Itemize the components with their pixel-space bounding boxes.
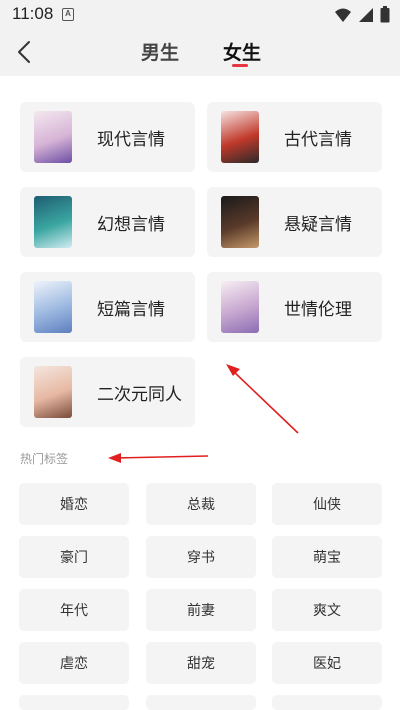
- tab-male[interactable]: 男生: [141, 38, 179, 65]
- tag-button[interactable]: 豪门: [19, 536, 129, 578]
- genre-card-fantasy-romance[interactable]: 幻想言情: [20, 187, 195, 257]
- hot-tags-title: 热门标签: [20, 452, 69, 466]
- genre-label: 悬疑言情: [284, 215, 352, 235]
- status-time: 11:08: [12, 4, 54, 23]
- chevron-left-icon: [18, 41, 30, 63]
- genre-label: 古代言情: [284, 130, 352, 150]
- tag-button-partial[interactable]: [19, 695, 129, 710]
- top-nav: 男生 女生: [0, 30, 400, 76]
- genre-label: 幻想言情: [97, 215, 165, 235]
- book-cover: [221, 111, 259, 163]
- annotation-arrow: [226, 364, 299, 434]
- genre-card-acg-fanfic[interactable]: 二次元同人: [20, 357, 195, 427]
- wifi-icon: [335, 8, 351, 22]
- notification-icon: A: [62, 8, 74, 21]
- genre-card-mystery-romance[interactable]: 悬疑言情: [207, 187, 382, 257]
- book-cover: [34, 196, 72, 248]
- genre-card-social-ethics[interactable]: 世情伦理: [207, 272, 382, 342]
- book-cover: [221, 196, 259, 248]
- tag-button[interactable]: 医妃: [272, 642, 382, 684]
- tag-button[interactable]: 婚恋: [19, 483, 129, 525]
- back-button[interactable]: [8, 36, 40, 68]
- tag-button[interactable]: 虐恋: [19, 642, 129, 684]
- genre-label: 现代言情: [97, 130, 165, 150]
- tag-button[interactable]: 甜宠: [146, 642, 256, 684]
- battery-icon: [380, 6, 390, 23]
- tag-button[interactable]: 总裁: [146, 483, 256, 525]
- book-cover: [221, 281, 259, 333]
- annotation-arrow: [108, 453, 209, 463]
- book-cover: [34, 111, 72, 163]
- genre-label: 短篇言情: [97, 300, 165, 320]
- genre-card-short-romance[interactable]: 短篇言情: [20, 272, 195, 342]
- genre-card-ancient-romance[interactable]: 古代言情: [207, 102, 382, 172]
- genre-card-modern-romance[interactable]: 现代言情: [20, 102, 195, 172]
- tab-female[interactable]: 女生: [223, 38, 261, 65]
- genre-label: 世情伦理: [284, 300, 352, 320]
- book-cover: [34, 366, 72, 418]
- genre-label: 二次元同人: [97, 385, 182, 405]
- tag-button[interactable]: 仙侠: [272, 483, 382, 525]
- tag-button[interactable]: 穿书: [146, 536, 256, 578]
- tag-button[interactable]: 前妻: [146, 589, 256, 631]
- status-bar: 11:08 A: [0, 0, 400, 30]
- book-cover: [34, 281, 72, 333]
- tag-button[interactable]: 年代: [19, 589, 129, 631]
- active-tab-indicator: [232, 64, 248, 67]
- tag-button[interactable]: 爽文: [272, 589, 382, 631]
- signal-icon: [359, 7, 373, 22]
- status-icons: [334, 6, 390, 23]
- tag-button[interactable]: 萌宝: [272, 536, 382, 578]
- tag-button-partial[interactable]: [272, 695, 382, 710]
- tag-button-partial[interactable]: [146, 695, 256, 710]
